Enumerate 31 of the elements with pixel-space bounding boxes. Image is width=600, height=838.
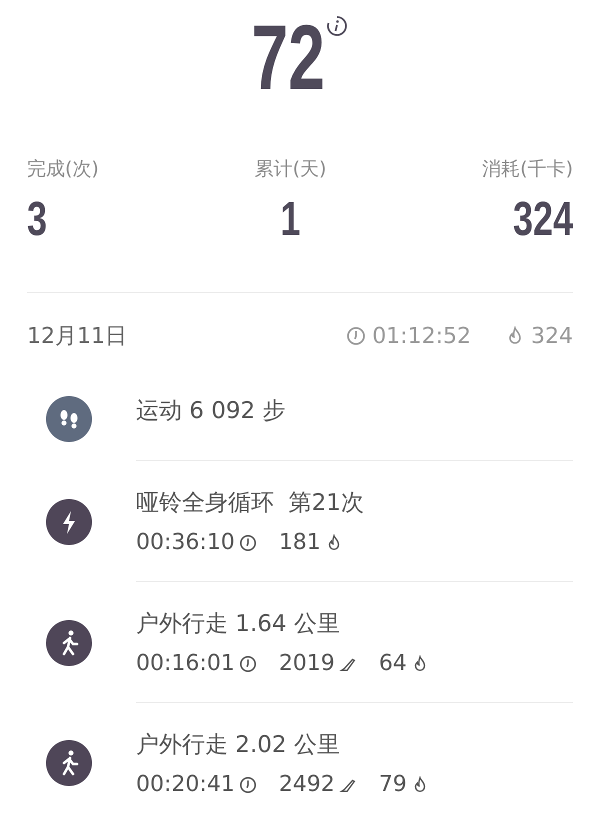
metric-value: 2492	[278, 772, 335, 797]
info-icon[interactable]	[325, 14, 350, 38]
clock-icon	[238, 534, 257, 552]
stat-label: 消耗(千卡)	[482, 157, 573, 182]
stat-label: 累计(天)	[254, 157, 326, 182]
activity-title: 户外行走 1.64 公里	[136, 610, 341, 639]
metric-value: 64	[378, 651, 407, 676]
walking-person-icon	[46, 620, 92, 666]
stat-value: 324	[512, 196, 573, 244]
walking-person-icon	[46, 740, 92, 786]
day-calories: 324	[531, 324, 573, 348]
day-duration: 01:12:52	[372, 324, 471, 348]
footprints-icon	[46, 396, 92, 442]
metric-value: 00:20:41	[136, 772, 235, 797]
day-date: 12月11日	[27, 323, 128, 351]
metric-value: 79	[378, 772, 407, 797]
metric-value: 181	[278, 530, 321, 555]
stat-value: 1	[280, 196, 300, 244]
activity-title: 哑铃全身循环 第21次	[136, 489, 365, 518]
metric-value: 2019	[278, 651, 335, 676]
clock-icon	[238, 776, 257, 794]
stat-value: 3	[27, 196, 48, 244]
clock-icon	[346, 326, 366, 346]
clock-icon	[238, 654, 257, 672]
activity-title: 户外行走 2.02 公里	[136, 731, 341, 760]
lightning-icon	[46, 498, 92, 544]
activity-title: 运动 6 092 步	[136, 397, 286, 426]
metric-value: 00:16:01	[136, 651, 235, 676]
metric-value: 00:36:10	[136, 530, 235, 555]
score-value: 72	[251, 12, 325, 111]
stat-label: 完成(次)	[27, 157, 99, 182]
